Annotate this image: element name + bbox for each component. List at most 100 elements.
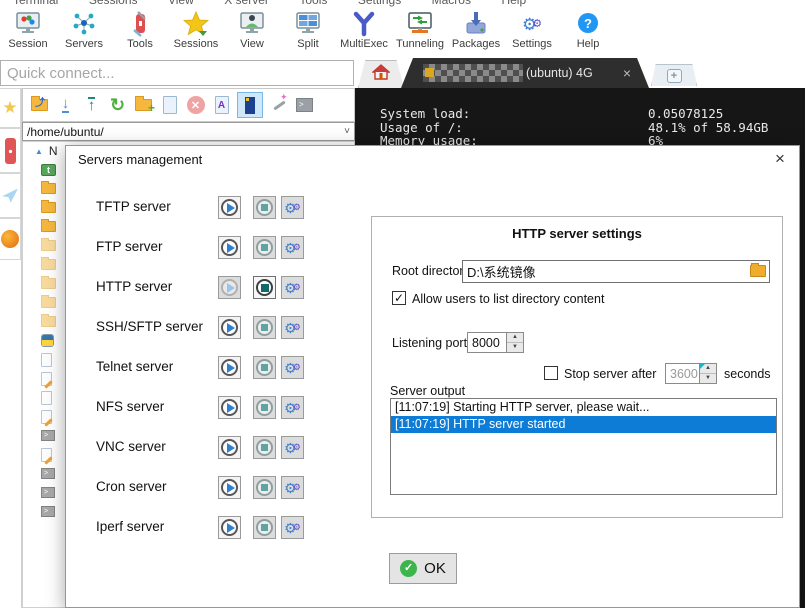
play-button-disabled[interactable] xyxy=(218,276,241,299)
go-up-folder-icon[interactable]: ⤴ xyxy=(29,95,50,116)
settings-button[interactable]: ⚙⚙ xyxy=(281,356,304,379)
stop-after-checkbox[interactable] xyxy=(544,366,558,380)
folder-icon xyxy=(41,297,56,308)
sort-arrow-icon: ▲ xyxy=(35,147,43,156)
toolbar-sessions-button[interactable]: Sessions xyxy=(168,8,224,58)
magic-wand-icon[interactable] xyxy=(268,95,289,116)
ok-button[interactable]: ✓ OK xyxy=(389,553,457,584)
spinner-arrows[interactable]: ▲▼ xyxy=(506,333,523,352)
play-button[interactable] xyxy=(218,516,241,539)
listening-port-spinner[interactable]: 8000 ▲▼ xyxy=(467,332,524,353)
settings-button[interactable]: ⚙⚙ xyxy=(281,396,304,419)
play-button[interactable] xyxy=(218,396,241,419)
drive-toggle-icon[interactable] xyxy=(237,92,263,118)
stop-button[interactable] xyxy=(253,516,276,539)
new-file-icon[interactable] xyxy=(159,95,180,116)
stop-button[interactable] xyxy=(253,396,276,419)
toolbar-multiexec-button[interactable]: MultiExec xyxy=(336,8,392,58)
toolbar-help-button[interactable]: ? Help xyxy=(560,8,616,58)
globe-icon[interactable] xyxy=(0,218,21,260)
script-file-icon: > xyxy=(41,468,55,479)
play-button[interactable] xyxy=(218,316,241,339)
menu-terminal[interactable]: Terminal xyxy=(13,0,58,7)
settings-button[interactable]: ⚙⚙ xyxy=(281,276,304,299)
dialog-close-icon[interactable]: × xyxy=(769,148,791,170)
terminal-line: System load:0.05078125 xyxy=(380,107,805,121)
current-path: /home/ubuntu/ xyxy=(27,125,104,139)
settings-button[interactable]: ⚙⚙ xyxy=(281,516,304,539)
menu-help[interactable]: Help xyxy=(501,0,526,7)
upload-icon[interactable]: ↑ xyxy=(81,95,102,116)
server-row-nfs: NFS server ⚙⚙ xyxy=(66,388,396,428)
quick-connect-input[interactable] xyxy=(0,60,354,86)
toolbar-session-button[interactable]: Session xyxy=(0,8,56,58)
allow-list-checkbox[interactable]: ✓ xyxy=(392,291,406,305)
stop-button-active[interactable] xyxy=(253,276,276,299)
menu-settings[interactable]: Settings xyxy=(358,0,401,7)
play-button[interactable] xyxy=(218,196,241,219)
toolbar-tunneling-button[interactable]: Tunneling xyxy=(392,8,448,58)
download-icon[interactable]: ↓ xyxy=(55,95,76,116)
toolbar-view-button[interactable]: View xyxy=(224,8,280,58)
settings-button[interactable]: ⚙⚙ xyxy=(281,196,304,219)
new-tab-plus-icon: + xyxy=(667,69,682,83)
stop-button[interactable] xyxy=(253,316,276,339)
script-file-icon: > xyxy=(41,506,55,517)
censored-session-name xyxy=(423,64,523,82)
stop-button[interactable] xyxy=(253,436,276,459)
folder-icon xyxy=(41,202,56,213)
output-line-selected[interactable]: [11:07:19] HTTP server started xyxy=(391,416,776,433)
play-button[interactable] xyxy=(218,436,241,459)
play-button[interactable] xyxy=(218,476,241,499)
toolbar-tools-button[interactable]: Tools xyxy=(112,8,168,58)
delete-icon[interactable]: ✕ xyxy=(185,95,206,116)
stop-button[interactable] xyxy=(253,356,276,379)
servers-management-dialog: Servers management × TFTP server ⚙⚙ FTP … xyxy=(65,145,800,608)
server-row-vnc: VNC server ⚙⚙ xyxy=(66,428,396,468)
server-row-tftp: TFTP server ⚙⚙ xyxy=(66,188,396,228)
sessions-star-icon xyxy=(168,8,224,40)
settings-button[interactable]: ⚙⚙ xyxy=(281,236,304,259)
folder-icon xyxy=(41,278,56,289)
play-button[interactable] xyxy=(218,356,241,379)
new-folder-icon[interactable]: + xyxy=(133,95,154,116)
menu-view[interactable]: View xyxy=(168,0,194,7)
favorites-star-icon[interactable]: ★ xyxy=(0,88,21,128)
tab-home[interactable] xyxy=(358,60,404,88)
script-file-icon: > xyxy=(41,487,55,498)
toolbar-settings-button[interactable]: ⚙⚙ Settings xyxy=(504,8,560,58)
menu-xserver[interactable]: X server xyxy=(224,0,269,7)
stop-button[interactable] xyxy=(253,236,276,259)
spinner-arrows[interactable]: ▲▼ xyxy=(699,364,716,383)
browse-folder-icon[interactable] xyxy=(750,265,766,277)
toolbar-packages-button[interactable]: Packages xyxy=(448,8,504,58)
refresh-icon[interactable]: ↻ xyxy=(107,95,128,116)
tab-session-active[interactable]: (ubuntu) 4G × xyxy=(401,58,649,88)
play-button[interactable] xyxy=(218,236,241,259)
root-directory-input[interactable] xyxy=(462,260,770,283)
spin-down-icon: ▼ xyxy=(507,343,523,352)
menu-macros[interactable]: Macros xyxy=(432,0,471,7)
settings-button[interactable]: ⚙⚙ xyxy=(281,476,304,499)
toolbar-split-button[interactable]: Split xyxy=(280,8,336,58)
terminal-mini-icon[interactable]: > xyxy=(294,95,315,116)
file-icon xyxy=(41,353,52,367)
rename-icon[interactable]: A xyxy=(211,95,232,116)
tab-close-icon[interactable]: × xyxy=(623,65,631,81)
path-combobox[interactable]: /home/ubuntu/ ˅ xyxy=(22,122,355,141)
settings-button[interactable]: ⚙⚙ xyxy=(281,436,304,459)
stop-button[interactable] xyxy=(253,196,276,219)
tab-new[interactable]: + xyxy=(651,64,697,86)
paper-plane-icon[interactable] xyxy=(0,173,21,218)
settings-button[interactable]: ⚙⚙ xyxy=(281,316,304,339)
toolbar-servers-button[interactable]: Servers xyxy=(56,8,112,58)
output-line[interactable]: [11:07:19] Starting HTTP server, please … xyxy=(391,399,776,416)
menu-tools[interactable]: Tools xyxy=(299,0,327,7)
chevron-down-icon[interactable]: ˅ xyxy=(344,126,350,137)
tunneling-icon xyxy=(392,8,448,40)
stop-button[interactable] xyxy=(253,476,276,499)
server-output-listbox[interactable]: [11:07:19] Starting HTTP server, please … xyxy=(390,398,777,495)
swiss-knife-icon[interactable] xyxy=(0,128,21,173)
menu-sessions[interactable]: Sessions xyxy=(89,0,138,7)
stop-after-spinner[interactable]: 3600 ▲▼ xyxy=(665,363,717,384)
